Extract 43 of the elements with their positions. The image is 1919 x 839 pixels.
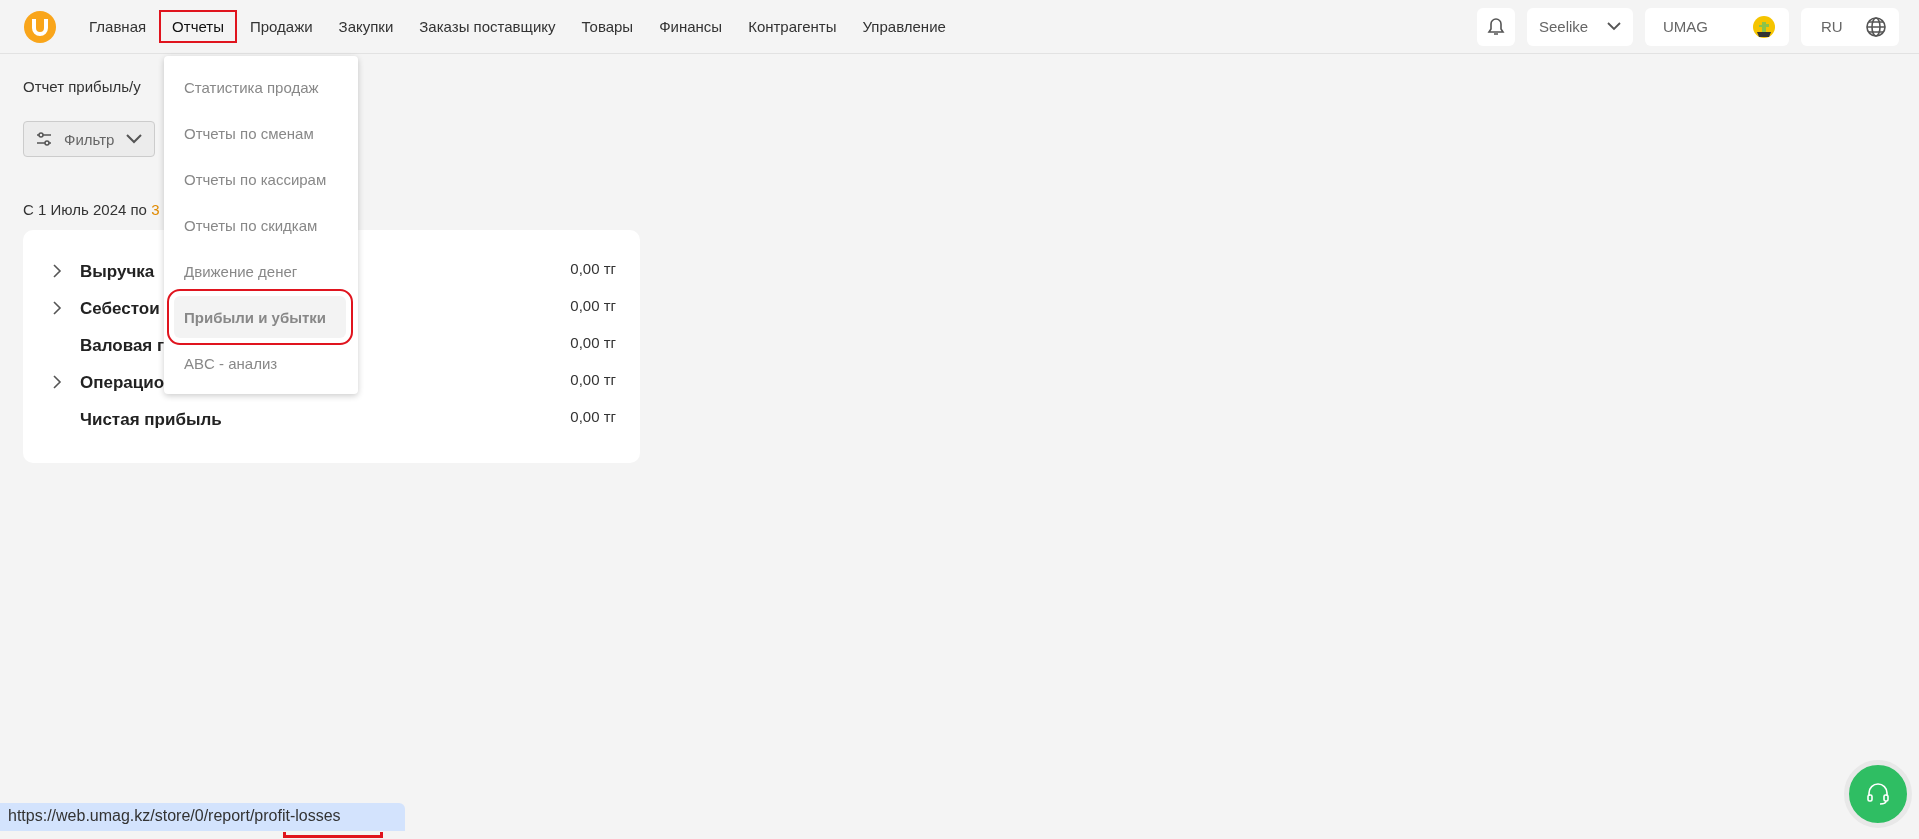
menu-item[interactable]: Отчеты по скидкам bbox=[174, 204, 346, 246]
row-label: Себестои bbox=[80, 298, 160, 319]
nav-link[interactable]: Отчеты bbox=[159, 10, 237, 43]
chevron-right-icon[interactable] bbox=[53, 301, 62, 315]
page-title: Отчет прибыль/у bbox=[23, 78, 141, 95]
menu-item[interactable]: Движение денег bbox=[174, 250, 346, 292]
nav-link[interactable]: Заказы поставщику bbox=[406, 10, 569, 43]
sliders-icon bbox=[36, 132, 52, 146]
period-text: С 1 Июль 2024 по bbox=[23, 201, 148, 218]
menu-item[interactable]: ABC - анализ bbox=[174, 342, 346, 384]
nav-link[interactable]: Контрагенты bbox=[735, 10, 850, 43]
status-url: https://web.umag.kz/store/0/report/profit-losses bbox=[0, 803, 405, 831]
nav-link[interactable]: Финансы bbox=[646, 10, 736, 43]
row-value: 0,00 тг bbox=[570, 260, 616, 277]
cactus-avatar-icon bbox=[1753, 15, 1775, 38]
globe-icon bbox=[1865, 15, 1887, 38]
nav-link[interactable]: Главная bbox=[76, 10, 160, 43]
chevron-right-icon[interactable] bbox=[53, 264, 62, 278]
row-value: 0,00 тг bbox=[570, 334, 616, 351]
row-label: Валовая г bbox=[80, 335, 165, 356]
store-select[interactable]: Seelike bbox=[1527, 7, 1633, 46]
filter-button[interactable]: Фильтр bbox=[23, 121, 156, 157]
menu-item[interactable]: Отчеты по кассирам bbox=[174, 158, 346, 200]
language-button[interactable]: RU bbox=[1801, 7, 1899, 46]
nav-link[interactable]: Закупки bbox=[325, 10, 407, 43]
nav-link[interactable]: Управление bbox=[849, 10, 959, 43]
row-value: 0,00 тг bbox=[570, 371, 616, 388]
row-value: 0,00 тг bbox=[570, 408, 616, 425]
row-label: Выручка bbox=[80, 261, 155, 282]
chevron-right-icon[interactable] bbox=[53, 375, 62, 389]
bell-icon bbox=[1487, 16, 1505, 37]
menu-item[interactable]: Отчеты по сменам bbox=[174, 112, 346, 154]
menu-item[interactable]: Статистика продаж bbox=[174, 66, 346, 108]
nav-link[interactable]: Товары bbox=[568, 10, 647, 43]
row-label: Чистая прибыль bbox=[80, 409, 222, 430]
account-button[interactable]: UMAG bbox=[1645, 7, 1789, 46]
nav-link[interactable]: Продажи bbox=[236, 10, 326, 43]
row-label: Операцио bbox=[80, 372, 165, 393]
headset-icon bbox=[1865, 781, 1891, 807]
notifications-button[interactable] bbox=[1477, 7, 1515, 46]
chevron-down-icon bbox=[1607, 22, 1621, 31]
row-value: 0,00 тг bbox=[570, 297, 616, 314]
chevron-down-icon bbox=[126, 134, 143, 144]
